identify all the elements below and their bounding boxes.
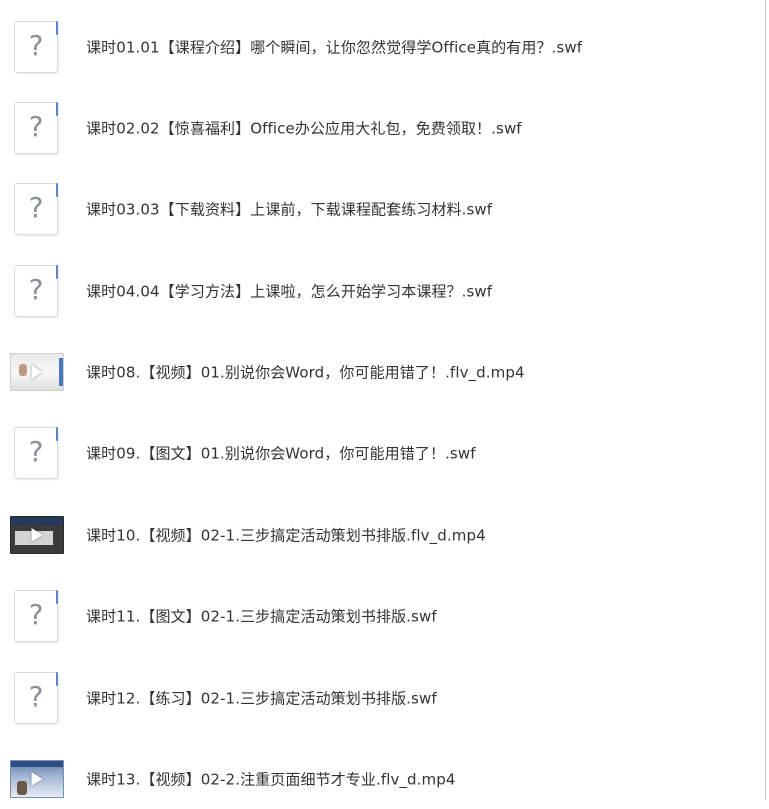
file-name: 课时11.【图文】02-1.三步搞定活动策划书排版.swf [86, 607, 437, 626]
file-name: 课时08.【视频】01.别说你会Word，你可能用错了！.flv_d.mp4 [86, 363, 525, 382]
file-row[interactable]: ? 课时09.【图文】01.别说你会Word，你可能用错了！.swf [0, 423, 760, 483]
file-row[interactable]: ? 课时12.【练习】02-1.三步搞定活动策划书排版.swf [0, 668, 760, 728]
unknown-file-icon: ? [14, 21, 58, 73]
unknown-file-icon: ? [14, 265, 58, 317]
file-list: ? 课时01.01【课程介绍】哪个瞬间，让你忽然觉得学Office真的有用？.s… [0, 0, 766, 800]
file-name: 课时10.【视频】02-1.三步搞定活动策划书排版.flv_d.mp4 [86, 526, 486, 545]
file-name: 课时03.03【下载资料】上课前，下载课程配套练习材料.swf [86, 200, 493, 219]
play-icon [31, 772, 43, 786]
file-row[interactable]: 课时08.【视频】01.别说你会Word，你可能用错了！.flv_d.mp4 [0, 342, 760, 402]
video-thumbnail-icon [10, 516, 64, 554]
file-row[interactable]: 课时10.【视频】02-1.三步搞定活动策划书排版.flv_d.mp4 [0, 505, 760, 565]
file-row[interactable]: ? 课时02.02【惊喜福利】Office办公应用大礼包，免费领取！.swf [0, 98, 760, 158]
file-row[interactable]: 课时13.【视频】02-2.注重页面细节才专业.flv_d.mp4 [0, 749, 760, 809]
video-thumbnail-icon [10, 353, 64, 391]
unknown-file-icon: ? [14, 102, 58, 154]
file-name: 课时04.04【学习方法】上课啦，怎么开始学习本课程？.swf [86, 282, 493, 301]
unknown-file-icon: ? [14, 183, 58, 235]
file-name: 课时13.【视频】02-2.注重页面细节才专业.flv_d.mp4 [86, 770, 456, 789]
file-row[interactable]: ? 课时01.01【课程介绍】哪个瞬间，让你忽然觉得学Office真的有用？.s… [0, 17, 760, 77]
file-name: 课时01.01【课程介绍】哪个瞬间，让你忽然觉得学Office真的有用？.swf [86, 38, 583, 57]
unknown-file-icon: ? [14, 427, 58, 479]
file-name: 课时12.【练习】02-1.三步搞定活动策划书排版.swf [86, 689, 437, 708]
unknown-file-icon: ? [14, 590, 58, 642]
video-thumbnail-icon [10, 760, 64, 798]
file-row[interactable]: ? 课时11.【图文】02-1.三步搞定活动策划书排版.swf [0, 586, 760, 646]
unknown-file-icon: ? [14, 672, 58, 724]
file-row[interactable]: ? 课时03.03【下载资料】上课前，下载课程配套练习材料.swf [0, 179, 760, 239]
file-row[interactable]: ? 课时04.04【学习方法】上课啦，怎么开始学习本课程？.swf [0, 261, 760, 321]
play-icon [31, 528, 43, 542]
file-name: 课时09.【图文】01.别说你会Word，你可能用错了！.swf [86, 444, 476, 463]
file-name: 课时02.02【惊喜福利】Office办公应用大礼包，免费领取！.swf [86, 119, 522, 138]
play-icon [31, 365, 43, 379]
